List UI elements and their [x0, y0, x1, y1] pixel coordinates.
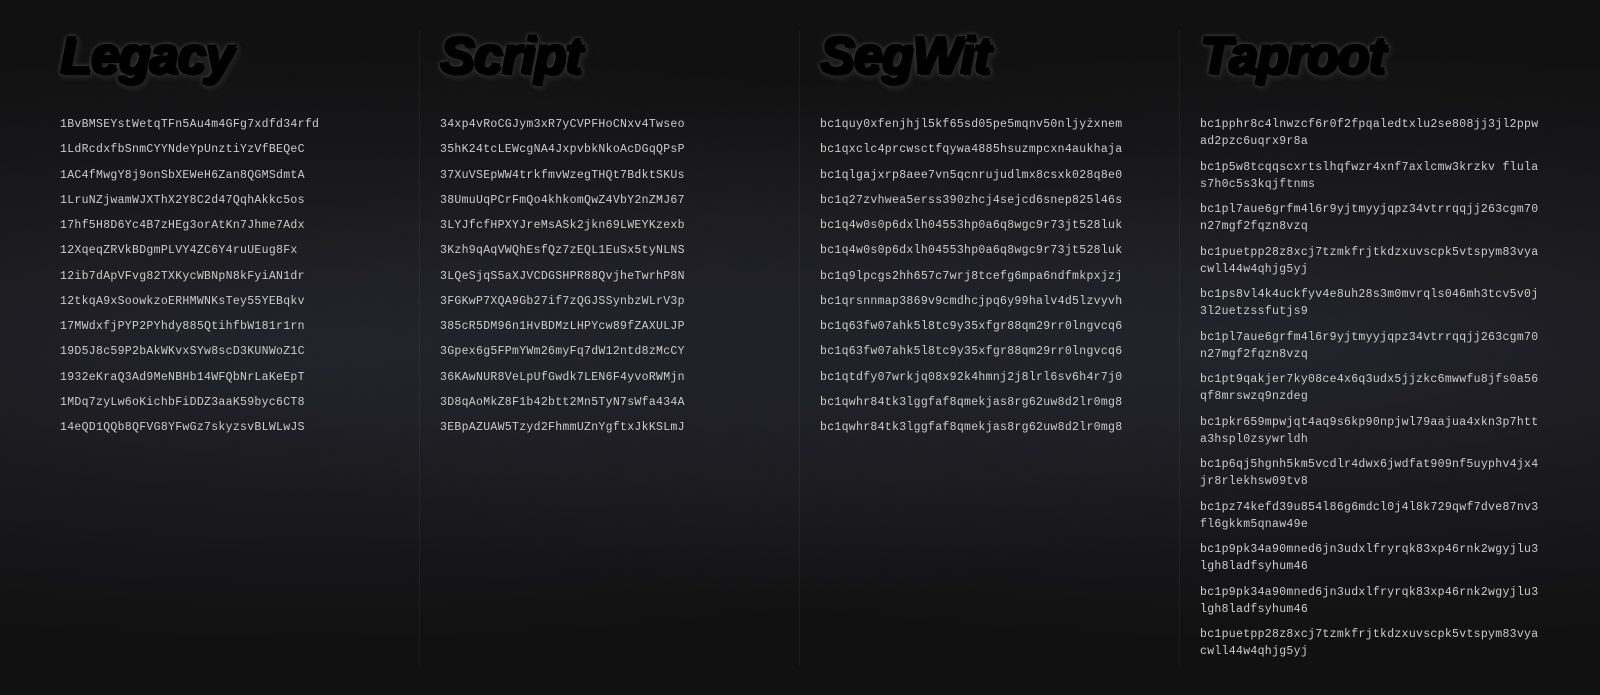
address-item[interactable]: 1AC4fMwgY8j9onSbXEWeH6Zan8QGMSdmtA [60, 163, 399, 188]
address-item[interactable]: 37XuVSEpWW4trkfmvWzegTHQt7BdktSKUs [440, 163, 779, 188]
address-item[interactable]: bc1qlgajxrp8aee7vn5qcnrujudlmx8csxk028q8… [820, 163, 1159, 188]
column-segwit: SegWit bc1quy0xfenjhjl5kf65sd05pe5mqnv50n… [800, 30, 1180, 665]
address-item[interactable]: bc1q9lpcgs2hh657c7wrj8tcefg6mpa6ndfmkpxj… [820, 264, 1159, 289]
column-legacy: Legacy 1BvBMSEYstWetqTFn5Au4m4GFg7xdfd34r… [40, 30, 420, 665]
column-title-taproot: Taproot [1200, 30, 1540, 82]
address-item[interactable]: 3Gpex6g5FPmYWm26myFq7dW12ntd8zMcCY [440, 339, 779, 364]
address-item[interactable]: 1MDq7zyLw6oKichbFiDDZ3aaK59byc6CT8 [60, 390, 399, 415]
address-item[interactable]: 3FGKwP7XQA9Gb27if7zQGJSSynbzWLrV3p [440, 289, 779, 314]
address-item[interactable]: bc1qwhr84tk3lggfaf8qmekjas8rg62uw8d2lr0m… [820, 415, 1159, 440]
address-item[interactable]: bc1qwhr84tk3lggfaf8qmekjas8rg62uw8d2lr0m… [820, 390, 1159, 415]
address-item[interactable]: 1LruNZjwamWJXThX2Y8C2d47QqhAkkc5os [60, 188, 399, 213]
address-item[interactable]: bc1p6qj5hgnh5km5vcdlr4dwx6jwdfat909nf5uy… [1200, 452, 1540, 495]
address-item[interactable]: 1LdRcdxfbSnmCYYNdeYpUnztiYzVfBEQeC [60, 137, 399, 162]
address-item[interactable]: 3D8qAoMkZ8F1b42btt2Mn5TyN7sWfa434A [440, 390, 779, 415]
address-item[interactable]: bc1qtdfy07wrkjq08x92k4hmnj2j8lrl6sv6h4r7… [820, 365, 1159, 390]
address-item[interactable]: bc1ps8vl4k4uckfyv4e8uh28s3m0mvrqls046mh3… [1200, 282, 1540, 325]
address-item[interactable]: 12ib7dApVFvg82TXKycWBNpN8kFyiAN1dr [60, 264, 399, 289]
address-item[interactable]: 1932eKraQ3Ad9MeNBHb14WFQbNrLaKeEpT [60, 365, 399, 390]
address-item[interactable]: bc1puetpp28z8xcj7tzmkfrjtkdzxuvscpk5vtsp… [1200, 622, 1540, 665]
address-item[interactable]: bc1p9pk34a90mned6jn3udxlfryrqk83xp46rnk2… [1200, 580, 1540, 623]
address-item[interactable]: 17MWdxfjPYP2PYhdy885QtihfbW181r1rn [60, 314, 399, 339]
address-item[interactable]: 3EBpAZUAW5Tzyd2FhmmUZnYgftxJkKSLmJ [440, 415, 779, 440]
address-item[interactable]: 36KAwNUR8VeLpUfGwdk7LEN6F4yvoRWMjn [440, 365, 779, 390]
address-item[interactable]: 17hf5H8D6Yc4B7zHEg3orAtKn7Jhme7Adx [60, 213, 399, 238]
address-item[interactable]: bc1q27zvhwea5erss390zhcj4sejcd6snep825l4… [820, 188, 1159, 213]
address-item[interactable]: 38UmuUqPCrFmQo4khkomQwZ4VbY2nZMJ67 [440, 188, 779, 213]
column-title-legacy: Legacy [60, 30, 399, 82]
address-item[interactable]: bc1quy0xfenjhjl5kf65sd05pe5mqnv50nljyżxn… [820, 112, 1159, 137]
address-item[interactable]: bc1q4w0s0p6dxlh04553hp0a6q8wgc9r73jt528l… [820, 238, 1159, 263]
address-item[interactable]: bc1puetpp28z8xcj7tzmkfrjtkdzxuvscpk5vtsp… [1200, 240, 1540, 283]
address-item[interactable]: 35hK24tcLEWcgNA4JxpvbkNkoAcDGqQPsP [440, 137, 779, 162]
address-item[interactable]: 3Kzh9qAqVWQhEsfQz7zEQL1EuSx5tyNLNS [440, 238, 779, 263]
main-container: Legacy 1BvBMSEYstWetqTFn5Au4m4GFg7xdfd34r… [0, 0, 1600, 695]
column-script: Script 34xp4vRoCGJym3xR7yCVPFHoCNxv4Twseo… [420, 30, 800, 665]
address-item[interactable]: bc1pl7aue6grfm4l6r9yjtmyyjqpz34vtrrqqjj2… [1200, 325, 1540, 368]
address-item[interactable]: bc1pt9qakjer7ky08ce4x6q3udx5jjzkc6mwwfu8… [1200, 367, 1540, 410]
column-title-script: Script [440, 30, 779, 82]
column-title-segwit: SegWit [820, 30, 1159, 82]
address-item[interactable]: bc1p5w8tcqqscxrtslhqfwzr4xnf7axlcmw3krzk… [1200, 155, 1540, 198]
address-item[interactable]: bc1q4w0s0p6dxlh04553hp0a6q8wgc9r73jt528l… [820, 213, 1159, 238]
address-list-legacy: 1BvBMSEYstWetqTFn5Au4m4GFg7xdfd34rfd1LdR… [60, 112, 399, 440]
address-item[interactable]: 12tkqA9xSoowkzoERHMWNKsTey55YEBqkv [60, 289, 399, 314]
address-item[interactable]: 3LQeSjqS5aXJVCDGSHPR88QvjheTwrhP8N [440, 264, 779, 289]
address-item[interactable]: bc1q63fw07ahk5l8tc9y35xfgr88qm29rr0lngvc… [820, 339, 1159, 364]
address-item[interactable]: bc1pkr659mpwjqt4aq9s6kp90npjwl79aajua4xk… [1200, 410, 1540, 453]
address-item[interactable]: 34xp4vRoCGJym3xR7yCVPFHoCNxv4Twseo [440, 112, 779, 137]
address-list-script: 34xp4vRoCGJym3xR7yCVPFHoCNxv4Twseo35hK24… [440, 112, 779, 440]
address-list-taproot: bc1pphr8c4lnwzcf6r0f2fpqaledtxlu2se808jj… [1200, 112, 1540, 665]
address-item[interactable]: bc1p9pk34a90mned6jn3udxlfryrqk83xp46rnk2… [1200, 537, 1540, 580]
address-item[interactable]: bc1pz74kefd39u854l86g6mdcl0j4l8k729qwf7d… [1200, 495, 1540, 538]
address-item[interactable]: bc1pphr8c4lnwzcf6r0f2fpqaledtxlu2se808jj… [1200, 112, 1540, 155]
address-item[interactable]: 19D5J8c59P2bAkWKvxSYw8scD3KUNWoZ1C [60, 339, 399, 364]
address-item[interactable]: bc1q63fw07ahk5l8tc9y35xfgr88qm29rr0lngvc… [820, 314, 1159, 339]
address-item[interactable]: bc1qrsnnmap3869v9cmdhcjpq6y99halv4d5lzvy… [820, 289, 1159, 314]
address-item[interactable]: bc1qxclc4prcwsctfqywa4885hsuzmpcxn4aukha… [820, 137, 1159, 162]
address-item[interactable]: 12XqeqZRVkBDgmPLVY4ZC6Y4ruUEug8Fx [60, 238, 399, 263]
address-item[interactable]: 385cR5DM96n1HvBDMzLHPYcw89fZAXULJP [440, 314, 779, 339]
address-item[interactable]: 1BvBMSEYstWetqTFn5Au4m4GFg7xdfd34rfd [60, 112, 399, 137]
address-item[interactable]: 3LYJfcfHPXYJreMsASk2jkn69LWEYKzexb [440, 213, 779, 238]
address-item[interactable]: bc1pl7aue6grfm4l6r9yjtmyyjqpz34vtrrqqjj2… [1200, 197, 1540, 240]
address-item[interactable]: 14eQD1QQb8QFVG8YFwGz7skyzsvBLWLwJS [60, 415, 399, 440]
address-list-segwit: bc1quy0xfenjhjl5kf65sd05pe5mqnv50nljyżxn… [820, 112, 1159, 440]
column-taproot: Taproot bc1pphr8c4lnwzcf6r0f2fpqaledtxlu2… [1180, 30, 1560, 665]
